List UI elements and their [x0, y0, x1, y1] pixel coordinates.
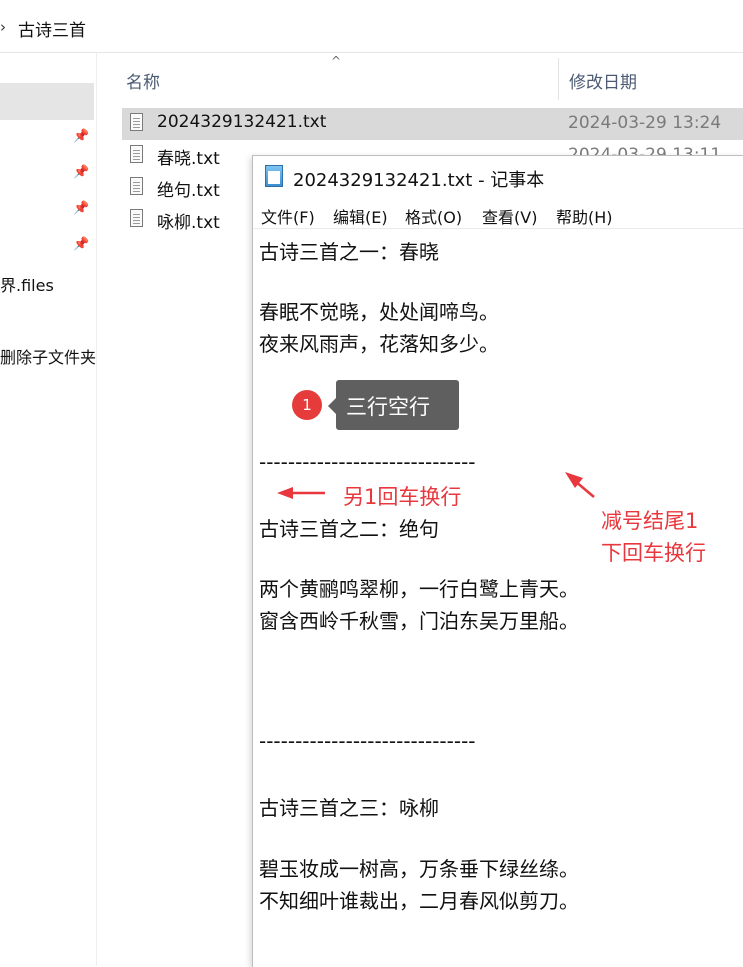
separator-line: ------------------------------	[259, 450, 476, 474]
text-line: 古诗三首之一：春晓	[259, 240, 439, 264]
nav-item-selected[interactable]	[0, 83, 94, 120]
text-line: 不知细叶谁裁出，二月春风似剪刀。	[259, 889, 579, 913]
notepad-titlebar[interactable]: 2024329132421.txt - 记事本	[253, 156, 743, 198]
address-bar[interactable]: › 古诗三首	[0, 0, 743, 53]
menu-format[interactable]: 格式(O)	[405, 204, 462, 228]
pin-icon[interactable]: 📌	[73, 238, 89, 252]
column-header-name[interactable]: 名称	[126, 68, 160, 93]
window-title: 2024329132421.txt - 记事本	[293, 170, 545, 191]
breadcrumb-separator: ›	[0, 18, 6, 36]
pin-icon[interactable]: 📌	[73, 202, 89, 216]
text-line: 春眠不觉晓，处处闻啼鸟。	[259, 300, 499, 324]
menu-edit[interactable]: 编辑(E)	[333, 204, 388, 228]
pin-icon[interactable]: 📌	[73, 166, 89, 180]
text-line: 古诗三首之二：绝句	[259, 517, 439, 541]
callout-tooltip: 三行空行	[328, 380, 459, 430]
file-modified-date: 2024-03-29 13:24	[568, 113, 722, 133]
annotation-dash-note-line1: 减号结尾1	[601, 509, 699, 533]
text-line: 夜来风雨声，花落知多少。	[259, 332, 499, 356]
menu-view[interactable]: 查看(V)	[482, 204, 537, 228]
breadcrumb-current-folder[interactable]: 古诗三首	[18, 16, 86, 41]
file-name: 春晓.txt	[157, 149, 220, 169]
column-divider[interactable]	[558, 58, 559, 100]
text-file-icon	[130, 177, 143, 195]
text-file-icon	[130, 113, 143, 131]
column-header-modified[interactable]: 修改日期	[569, 68, 637, 93]
annotation-dash-note-line2: 下回车换行	[601, 541, 706, 565]
callout-text: 三行空行	[346, 395, 430, 419]
notepad-icon	[265, 165, 283, 187]
sort-caret-icon[interactable]: ^	[331, 54, 341, 68]
menu-bar: 文件(F) 编辑(E) 格式(O) 查看(V) 帮助(H)	[253, 200, 743, 229]
annotation-enter-note: 另1回车换行	[343, 485, 462, 509]
file-row-selected[interactable]: 2024329132421.txt 2024-03-29 13:24	[122, 108, 743, 140]
pin-icon[interactable]: 📌	[73, 130, 89, 144]
file-name: 绝句.txt	[157, 181, 220, 201]
file-name: 咏柳.txt	[157, 213, 220, 233]
separator-line: ------------------------------	[259, 729, 476, 753]
text-line: 古诗三首之三：咏柳	[259, 796, 439, 820]
menu-file[interactable]: 文件(F)	[261, 204, 315, 228]
menu-help[interactable]: 帮助(H)	[556, 204, 613, 228]
text-file-icon	[130, 209, 143, 227]
text-line: 两个黄鹂鸣翠柳，一行白鹭上青天。	[259, 577, 579, 601]
nav-item-delete-subfolder[interactable]: 删除子文件夹	[0, 344, 96, 368]
text-line: 碧玉妆成一树高，万条垂下绿丝绦。	[259, 857, 579, 881]
navigation-pane: 📌 📌 📌 📌 界.files 删除子文件夹	[0, 53, 97, 966]
text-line: 窗含西岭千秋雪，门泊东吴万里船。	[259, 609, 579, 633]
step-number-badge: 1	[292, 390, 322, 420]
text-file-icon	[130, 145, 143, 163]
nav-item-files[interactable]: 界.files	[0, 272, 96, 296]
file-name: 2024329132421.txt	[157, 112, 327, 132]
